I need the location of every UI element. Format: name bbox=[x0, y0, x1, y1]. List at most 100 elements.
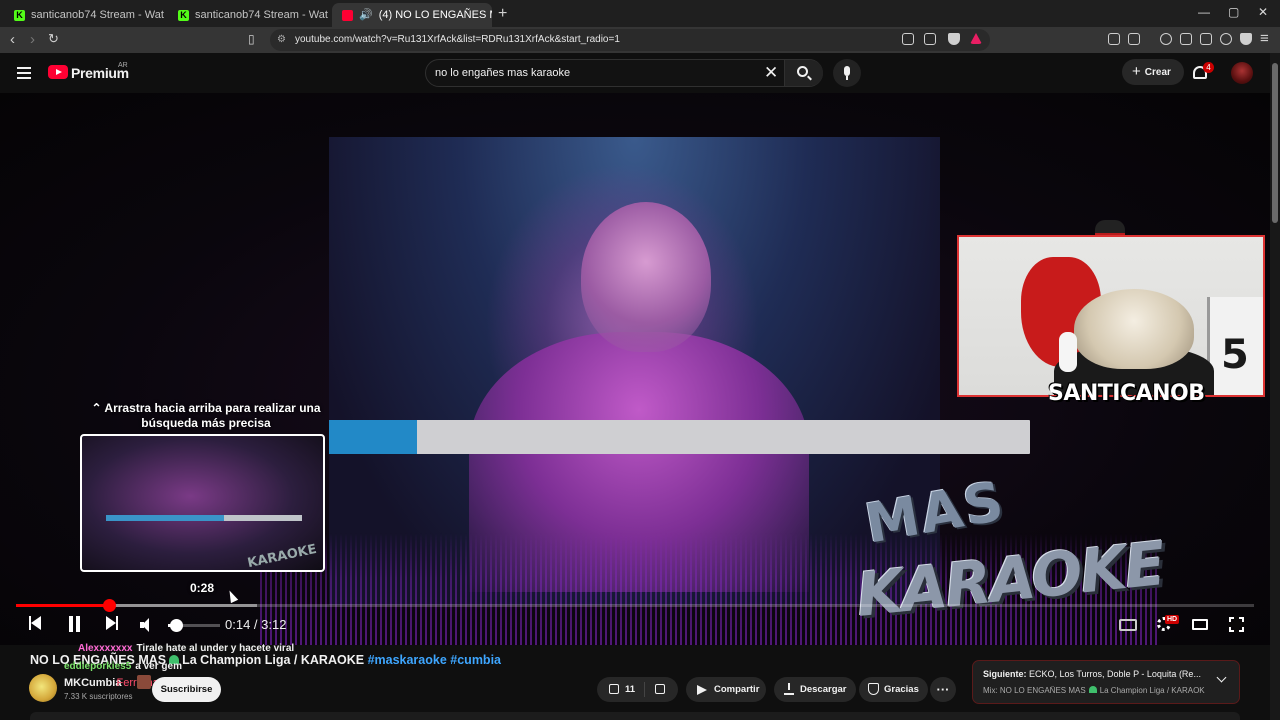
drag-up-search-hint: ⌃ Arrastra hacia arriba para realizar un… bbox=[91, 401, 321, 430]
browser-toolbar: ‹ › ↻ ▯ ⚙ youtube.com/watch?v=Ru131XrfAc… bbox=[0, 27, 1280, 53]
wallet-icon[interactable] bbox=[1200, 33, 1212, 45]
share-page-icon[interactable] bbox=[924, 33, 936, 45]
close-window-button[interactable]: ✕ bbox=[1258, 5, 1268, 19]
share-icon bbox=[697, 685, 707, 695]
create-label: Crear bbox=[1144, 67, 1171, 78]
site-settings-icon[interactable]: ⚙ bbox=[277, 29, 286, 51]
download-icon bbox=[784, 683, 794, 695]
volume-slider[interactable] bbox=[168, 619, 220, 632]
clear-search-icon[interactable]: ✕ bbox=[764, 63, 778, 83]
share-button[interactable]: Compartir bbox=[686, 677, 766, 702]
browser-tab-1[interactable]: K santicanob74 Stream - Watch Live o bbox=[4, 3, 164, 27]
new-tab-button[interactable]: + bbox=[498, 5, 507, 23]
leo-ai-icon[interactable] bbox=[1220, 33, 1232, 45]
youtube-masthead: Premium AR no lo engañes mas karaoke ✕ +… bbox=[0, 53, 1280, 93]
vpn-icon[interactable] bbox=[1240, 33, 1252, 45]
hd-badge: HD bbox=[1165, 615, 1180, 624]
thanks-button[interactable]: Gracias bbox=[859, 677, 928, 702]
shirt-number: 5 bbox=[1221, 332, 1249, 378]
fullscreen-icon[interactable] bbox=[1228, 616, 1245, 633]
chat-text: a ver gem bbox=[135, 661, 182, 672]
create-button[interactable]: + Crear bbox=[1122, 59, 1184, 85]
page-scrollbar[interactable] bbox=[1270, 53, 1280, 720]
up-next-label: Siguiente: bbox=[983, 669, 1027, 679]
pause-icon[interactable] bbox=[67, 616, 82, 632]
media-icon[interactable] bbox=[1160, 33, 1172, 45]
preview-bar bbox=[106, 515, 302, 521]
minimize-button[interactable]: — bbox=[1198, 5, 1210, 19]
preview-watermark: KARAOKE bbox=[245, 541, 318, 572]
bookmark-icon[interactable]: ▯ bbox=[248, 32, 255, 46]
url-text: youtube.com/watch?v=Ru131XrfAck&list=RDR… bbox=[295, 34, 620, 45]
browser-tab-2[interactable]: K santicanob74 Stream - Watch Live o bbox=[168, 3, 328, 27]
sidebar-icon[interactable] bbox=[1180, 33, 1192, 45]
video-player[interactable]: 5 SANTICANOB MAS KARAOKE ⌃ Arrastra haci… bbox=[0, 93, 1270, 645]
next-icon[interactable] bbox=[106, 616, 118, 630]
up-next-title: ECKO, Los Turros, Doble P - Loquita (Re.… bbox=[1029, 669, 1201, 679]
scrollbar-thumb[interactable] bbox=[1272, 63, 1278, 223]
dislike-icon[interactable] bbox=[655, 684, 665, 694]
browser-tab-3-active[interactable]: 🔊 (4) NO LO ENGAÑES MAS 💚 ✕ bbox=[332, 3, 492, 27]
hashtag-link[interactable]: #maskaraoke bbox=[368, 653, 447, 667]
hamburger-menu-icon[interactable] bbox=[17, 67, 31, 82]
like-count[interactable]: 11 bbox=[625, 677, 635, 702]
chevron-down-icon[interactable] bbox=[1216, 672, 1227, 683]
streamer-webcam: 5 bbox=[957, 235, 1265, 397]
forward-icon[interactable]: › bbox=[30, 31, 35, 48]
youtube-icon bbox=[342, 9, 353, 21]
youtube-logo-icon[interactable] bbox=[48, 65, 68, 79]
search-box[interactable]: no lo engañes mas karaoke ✕ bbox=[425, 59, 823, 87]
voice-search-icon[interactable] bbox=[833, 59, 861, 87]
subscribe-button[interactable]: Suscribirse bbox=[152, 677, 221, 702]
previous-icon[interactable] bbox=[29, 616, 41, 630]
theater-mode-icon[interactable] bbox=[1192, 619, 1208, 630]
back-icon[interactable]: ‹ bbox=[10, 31, 15, 48]
menu-icon[interactable]: ≡ bbox=[1260, 30, 1269, 47]
search-button[interactable] bbox=[784, 60, 823, 86]
chat-user-avatar bbox=[137, 675, 151, 689]
subtitles-icon[interactable] bbox=[1119, 619, 1137, 631]
country-code: AR bbox=[118, 62, 128, 69]
volume-icon[interactable] bbox=[140, 618, 154, 632]
seek-preview-time: 0:28 bbox=[189, 581, 215, 595]
kick-icon: K bbox=[178, 9, 189, 21]
like-icon[interactable] bbox=[609, 684, 619, 694]
thanks-label: Gracias bbox=[884, 684, 919, 695]
thanks-icon bbox=[868, 683, 879, 695]
up-next-mix-line: Mix: NO LO ENGAÑES MAS La Champion Liga /… bbox=[983, 686, 1205, 695]
account-avatar[interactable] bbox=[1231, 62, 1253, 84]
download-label: Descargar bbox=[800, 684, 847, 695]
video-title-rest: La Champion Liga / KARAOKE bbox=[182, 653, 365, 667]
streamer-head bbox=[1074, 289, 1194, 369]
up-next-title-line: Siguiente: ECKO, Los Turros, Doble P - L… bbox=[983, 669, 1205, 679]
reload-icon[interactable]: ↻ bbox=[48, 31, 59, 47]
time-display: 0:14 / 3:12 bbox=[225, 617, 287, 632]
preview-bar-fill bbox=[106, 515, 224, 521]
video-singer-head bbox=[581, 202, 711, 352]
download-button[interactable]: Descargar bbox=[774, 677, 856, 702]
like-dislike-group: 11 bbox=[597, 677, 678, 702]
search-input[interactable]: no lo engañes mas karaoke bbox=[435, 60, 570, 86]
screenshot-icon[interactable] bbox=[1128, 33, 1140, 45]
channel-avatar[interactable] bbox=[29, 674, 57, 702]
chat-text: Tirale hate al under y hacete viral bbox=[136, 643, 295, 654]
karaoke-progress-bar bbox=[329, 420, 1030, 454]
tab-title: (4) NO LO ENGAÑES MAS 💚 bbox=[378, 9, 492, 21]
brave-rewards-icon[interactable] bbox=[970, 33, 982, 44]
hashtag-link[interactable]: #cumbia bbox=[450, 653, 501, 667]
tab-title: santicanob74 Stream - Watch Live o bbox=[31, 9, 164, 21]
cast-icon[interactable] bbox=[902, 33, 914, 45]
progress-scrubber[interactable] bbox=[102, 599, 116, 612]
brave-shield-icon[interactable] bbox=[948, 33, 960, 45]
like-divider bbox=[644, 682, 645, 697]
volume-knob[interactable] bbox=[169, 619, 183, 632]
plus-icon: + bbox=[1132, 63, 1141, 80]
url-bar[interactable]: ⚙ youtube.com/watch?v=Ru131XrfAck&list=R… bbox=[270, 29, 990, 51]
restore-button[interactable]: ▢ bbox=[1228, 5, 1239, 19]
up-next-card[interactable]: Siguiente: ECKO, Los Turros, Doble P - L… bbox=[972, 660, 1240, 704]
more-actions-button[interactable]: ··· bbox=[930, 677, 956, 702]
up-next-mix-rest: La Champion Liga / KARAOK... bbox=[1099, 686, 1205, 695]
progress-bar[interactable] bbox=[16, 599, 1254, 612]
headphones-icon bbox=[1059, 332, 1077, 372]
extensions-icon[interactable] bbox=[1108, 33, 1120, 45]
